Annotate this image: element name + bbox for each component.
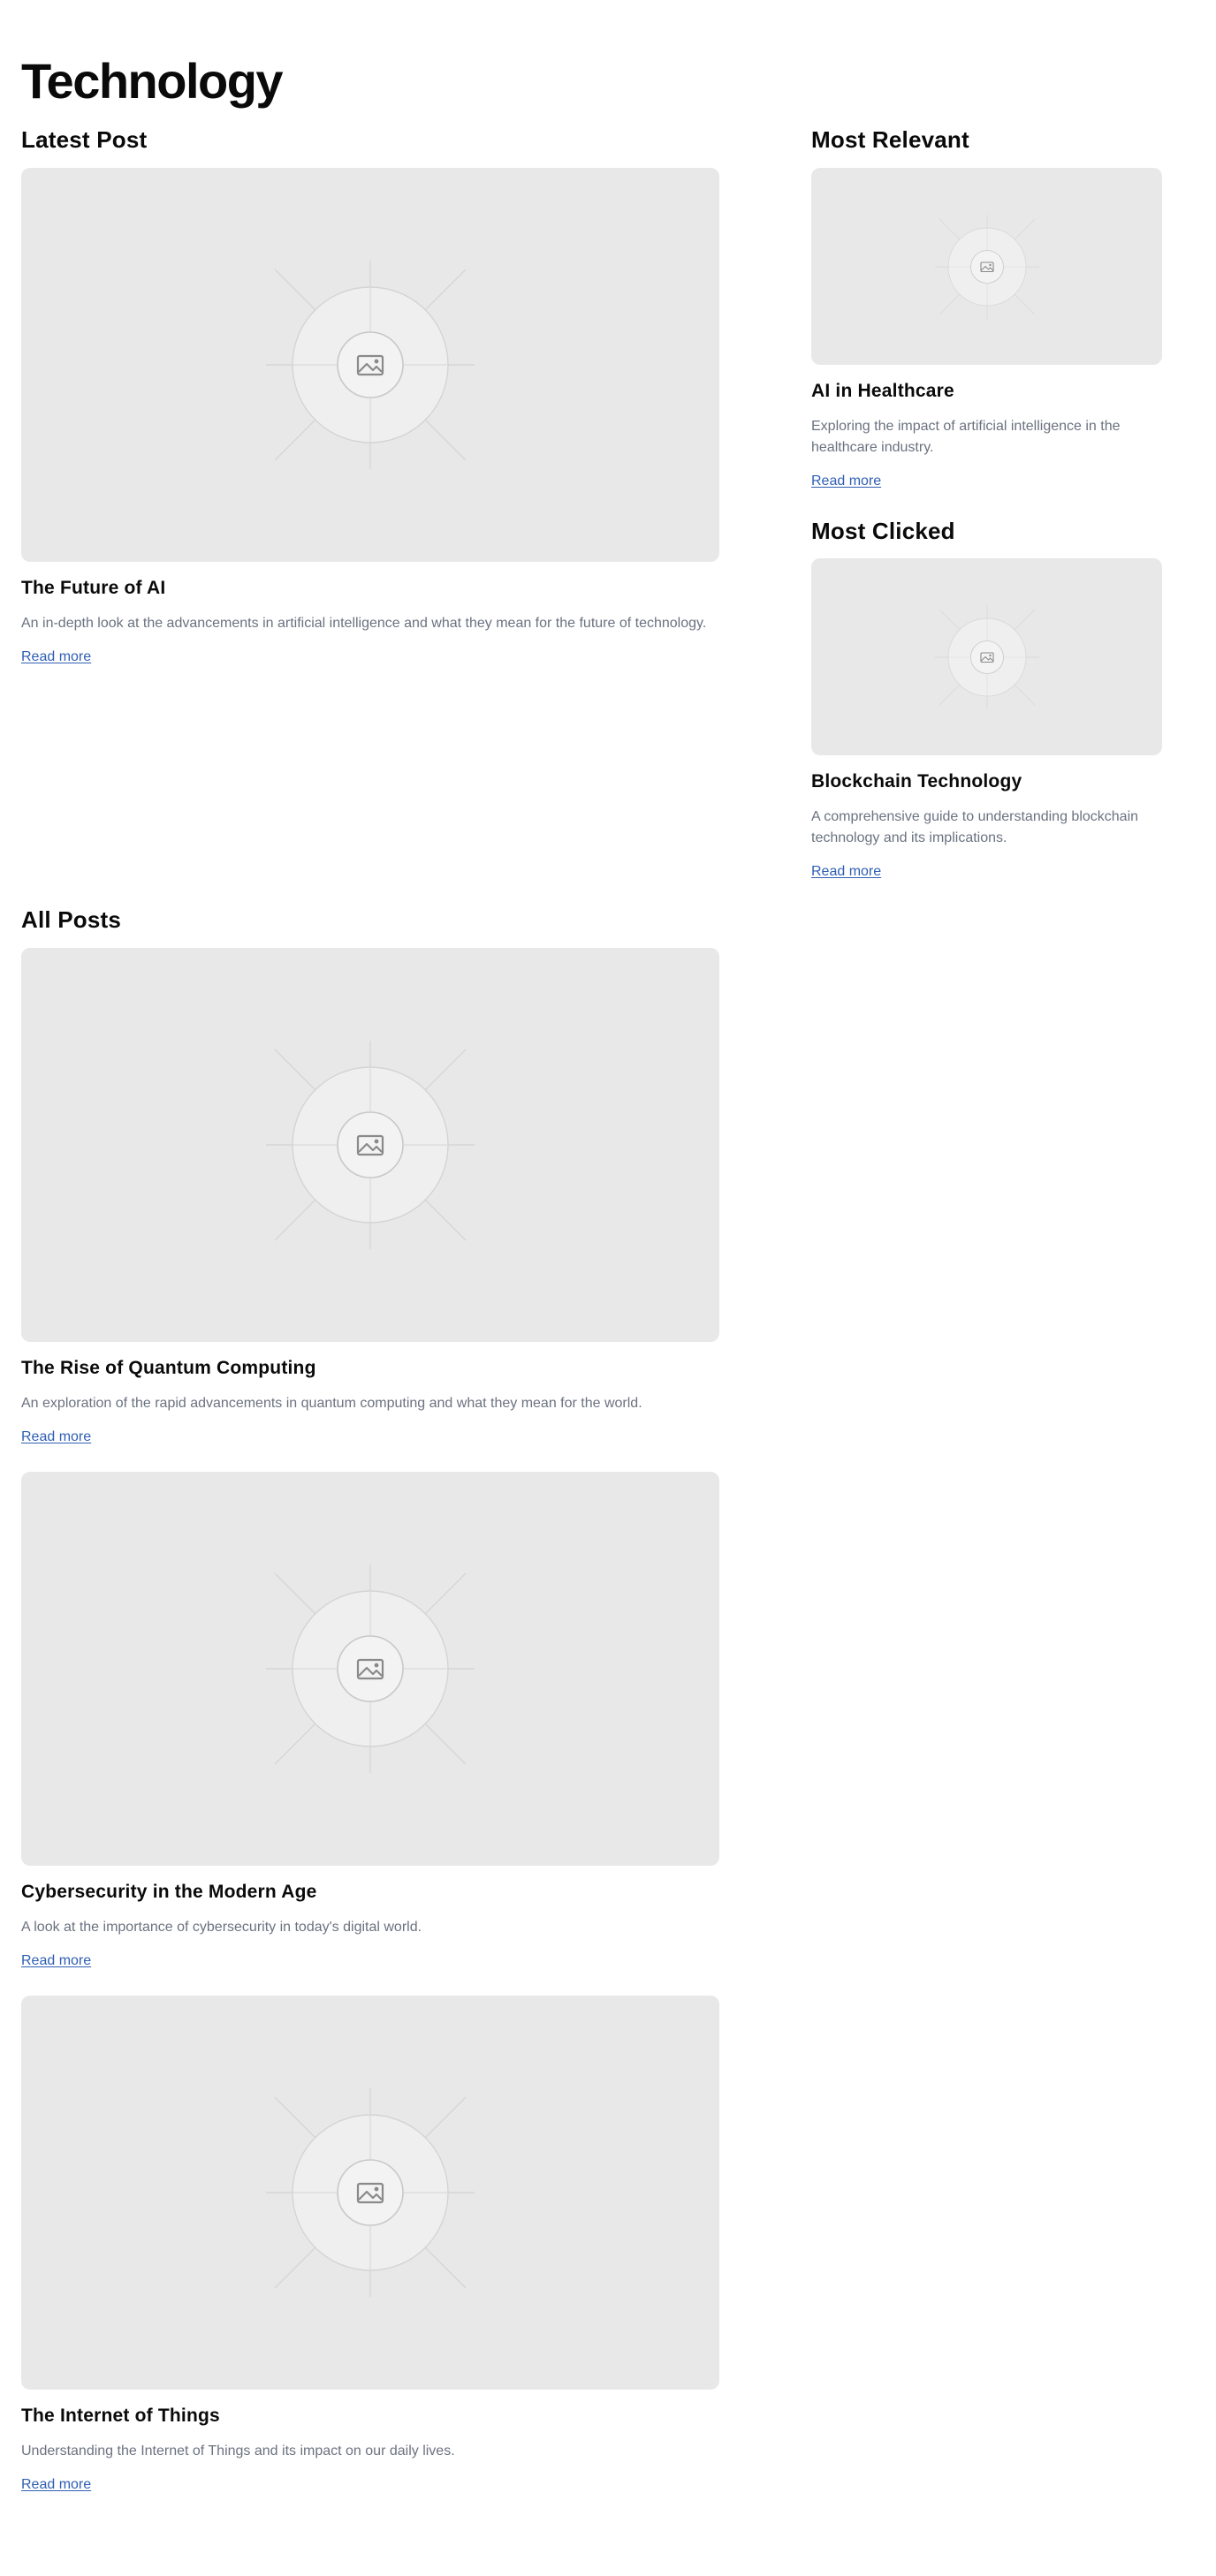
post-description: An exploration of the rapid advancements… (21, 1396, 642, 1411)
post-description: An in-depth look at the advancements in … (21, 616, 707, 631)
post-card: The Internet of Things Understanding the… (21, 1996, 764, 2495)
post-image[interactable] (811, 168, 1162, 365)
most-relevant-heading: Most Relevant (811, 126, 969, 153)
post-description: Exploring the impact of artificial intel… (811, 419, 1121, 455)
post-image[interactable] (21, 168, 719, 562)
image-placeholder-icon (266, 1041, 475, 1249)
post-title: Cybersecurity in the Modern Age (21, 1882, 317, 1902)
most-clicked-heading: Most Clicked (811, 518, 955, 544)
image-placeholder-icon (934, 604, 1039, 709)
image-placeholder-icon (934, 214, 1039, 319)
read-more-link[interactable]: Read more (811, 472, 881, 491)
post-image[interactable] (21, 948, 719, 1342)
image-placeholder-icon (266, 2088, 475, 2297)
image-placeholder-icon (266, 1565, 475, 1773)
post-description: A look at the importance of cybersecurit… (21, 1920, 422, 1935)
page-title: Technology (21, 53, 284, 109)
post-card: The Rise of Quantum Computing An explora… (21, 948, 764, 1447)
post-title: AI in Healthcare (811, 381, 954, 401)
latest-post-heading: Latest Post (21, 126, 148, 153)
read-more-link[interactable]: Read more (811, 862, 881, 882)
post-description: A comprehensive guide to understanding b… (811, 809, 1139, 845)
read-more-link[interactable]: Read more (21, 1951, 91, 1971)
post-image[interactable] (21, 1996, 719, 2390)
read-more-link[interactable]: Read more (21, 648, 91, 667)
post-title: The Rise of Quantum Computing (21, 1358, 316, 1378)
post-title: The Internet of Things (21, 2406, 220, 2426)
post-title: Blockchain Technology (811, 771, 1022, 792)
post-description: Understanding the Internet of Things and… (21, 2443, 455, 2459)
post-title: The Future of AI (21, 578, 166, 598)
most-relevant-card: AI in Healthcare Exploring the impact of… (811, 168, 1168, 491)
read-more-link[interactable]: Read more (21, 2475, 91, 2495)
post-image[interactable] (21, 1472, 719, 1866)
read-more-link[interactable]: Read more (21, 1428, 91, 1447)
most-clicked-card: Blockchain Technology A comprehensive gu… (811, 558, 1168, 882)
post-card: Cybersecurity in the Modern Age A look a… (21, 1472, 764, 1971)
all-posts-heading: All Posts (21, 906, 122, 933)
post-image[interactable] (811, 558, 1162, 755)
image-placeholder-icon (266, 261, 475, 469)
latest-post-card: The Future of AI An in-depth look at the… (21, 168, 764, 667)
